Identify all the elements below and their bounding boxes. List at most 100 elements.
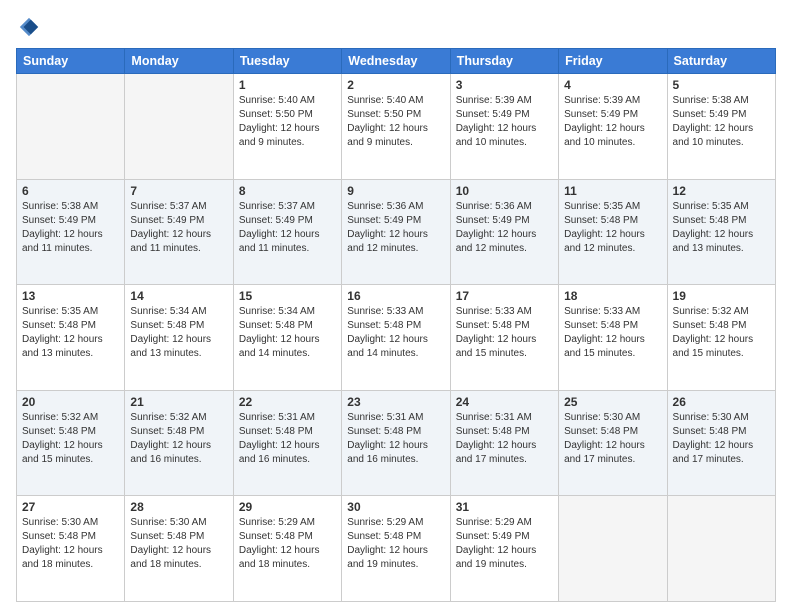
calendar-cell: 6 Sunrise: 5:38 AM Sunset: 5:49 PM Daylig… <box>17 179 125 285</box>
calendar: SundayMondayTuesdayWednesdayThursdayFrid… <box>16 48 776 602</box>
day-number: 29 <box>239 500 336 514</box>
calendar-cell: 9 Sunrise: 5:36 AM Sunset: 5:49 PM Daylig… <box>342 179 450 285</box>
day-number: 26 <box>673 395 770 409</box>
calendar-cell: 13Sunrise: 5:35 AM Sunset: 5:48 PM Dayli… <box>17 285 125 391</box>
day-info: Sunrise: 5:39 AM Sunset: 5:49 PM Dayligh… <box>456 94 553 150</box>
page: SundayMondayTuesdayWednesdayThursdayFrid… <box>0 0 792 612</box>
calendar-cell: 10 Sunrise: 5:36 AM Sunset: 5:49 PM Dayli… <box>450 179 558 285</box>
calendar-cell: 15Sunrise: 5:34 AM Sunset: 5:48 PM Dayli… <box>233 285 341 391</box>
day-number: 8 <box>239 184 336 198</box>
calendar-week-row: 1 Sunrise: 5:40 AM Sunset: 5:50 PM Daylig… <box>17 74 776 180</box>
calendar-week-row: 13Sunrise: 5:35 AM Sunset: 5:48 PM Dayli… <box>17 285 776 391</box>
calendar-cell: 31Sunrise: 5:29 AM Sunset: 5:49 PM Dayli… <box>450 496 558 602</box>
calendar-cell: 25 Sunrise: 5:30 AM Sunset: 5:48 PM Dayli… <box>559 390 667 496</box>
day-number: 3 <box>456 78 553 92</box>
calendar-day-header: Tuesday <box>233 49 341 74</box>
day-info: Sunrise: 5:32 AM Sunset: 5:48 PM Dayligh… <box>673 305 770 361</box>
calendar-cell: 8 Sunrise: 5:37 AM Sunset: 5:49 PM Daylig… <box>233 179 341 285</box>
calendar-cell: 2 Sunrise: 5:40 AM Sunset: 5:50 PM Daylig… <box>342 74 450 180</box>
day-info: Sunrise: 5:30 AM Sunset: 5:48 PM Dayligh… <box>673 411 770 467</box>
day-info: Sunrise: 5:32 AM Sunset: 5:48 PM Dayligh… <box>22 411 119 467</box>
day-info: Sunrise: 5:39 AM Sunset: 5:49 PM Dayligh… <box>564 94 661 150</box>
day-number: 28 <box>130 500 227 514</box>
calendar-header-row: SundayMondayTuesdayWednesdayThursdayFrid… <box>17 49 776 74</box>
day-number: 5 <box>673 78 770 92</box>
calendar-day-header: Friday <box>559 49 667 74</box>
day-number: 7 <box>130 184 227 198</box>
calendar-cell: 29 Sunrise: 5:29 AM Sunset: 5:48 PM Dayli… <box>233 496 341 602</box>
calendar-day-header: Sunday <box>17 49 125 74</box>
day-info: Sunrise: 5:36 AM Sunset: 5:49 PM Dayligh… <box>347 200 444 256</box>
day-number: 22 <box>239 395 336 409</box>
day-number: 13 <box>22 289 119 303</box>
day-number: 18 <box>564 289 661 303</box>
calendar-week-row: 6 Sunrise: 5:38 AM Sunset: 5:49 PM Daylig… <box>17 179 776 285</box>
day-info: Sunrise: 5:29 AM Sunset: 5:48 PM Dayligh… <box>239 516 336 572</box>
day-number: 1 <box>239 78 336 92</box>
calendar-cell: 21 Sunrise: 5:32 AM Sunset: 5:48 PM Dayli… <box>125 390 233 496</box>
day-number: 11 <box>564 184 661 198</box>
day-number: 27 <box>22 500 119 514</box>
calendar-week-row: 20 Sunrise: 5:32 AM Sunset: 5:48 PM Dayli… <box>17 390 776 496</box>
calendar-cell: 19Sunrise: 5:32 AM Sunset: 5:48 PM Dayli… <box>667 285 775 391</box>
header <box>16 16 776 38</box>
day-info: Sunrise: 5:36 AM Sunset: 5:49 PM Dayligh… <box>456 200 553 256</box>
calendar-cell <box>17 74 125 180</box>
day-info: Sunrise: 5:35 AM Sunset: 5:48 PM Dayligh… <box>673 200 770 256</box>
calendar-cell <box>667 496 775 602</box>
calendar-cell: 16 Sunrise: 5:33 AM Sunset: 5:48 PM Dayli… <box>342 285 450 391</box>
day-number: 4 <box>564 78 661 92</box>
logo <box>16 16 42 38</box>
day-info: Sunrise: 5:31 AM Sunset: 5:48 PM Dayligh… <box>347 411 444 467</box>
day-info: Sunrise: 5:40 AM Sunset: 5:50 PM Dayligh… <box>347 94 444 150</box>
day-number: 21 <box>130 395 227 409</box>
day-info: Sunrise: 5:33 AM Sunset: 5:48 PM Dayligh… <box>456 305 553 361</box>
day-number: 20 <box>22 395 119 409</box>
calendar-cell: 5 Sunrise: 5:38 AM Sunset: 5:49 PM Daylig… <box>667 74 775 180</box>
day-number: 24 <box>456 395 553 409</box>
day-number: 14 <box>130 289 227 303</box>
day-number: 25 <box>564 395 661 409</box>
calendar-cell: 24 Sunrise: 5:31 AM Sunset: 5:48 PM Dayli… <box>450 390 558 496</box>
day-info: Sunrise: 5:31 AM Sunset: 5:48 PM Dayligh… <box>239 411 336 467</box>
calendar-cell: 30Sunrise: 5:29 AM Sunset: 5:48 PM Dayli… <box>342 496 450 602</box>
day-info: Sunrise: 5:38 AM Sunset: 5:49 PM Dayligh… <box>673 94 770 150</box>
day-info: Sunrise: 5:31 AM Sunset: 5:48 PM Dayligh… <box>456 411 553 467</box>
day-info: Sunrise: 5:33 AM Sunset: 5:48 PM Dayligh… <box>347 305 444 361</box>
calendar-week-row: 27 Sunrise: 5:30 AM Sunset: 5:48 PM Dayli… <box>17 496 776 602</box>
day-info: Sunrise: 5:40 AM Sunset: 5:50 PM Dayligh… <box>239 94 336 150</box>
calendar-cell: 27 Sunrise: 5:30 AM Sunset: 5:48 PM Dayli… <box>17 496 125 602</box>
day-info: Sunrise: 5:37 AM Sunset: 5:49 PM Dayligh… <box>239 200 336 256</box>
calendar-day-header: Thursday <box>450 49 558 74</box>
calendar-cell: 18 Sunrise: 5:33 AM Sunset: 5:48 PM Dayli… <box>559 285 667 391</box>
day-info: Sunrise: 5:34 AM Sunset: 5:48 PM Dayligh… <box>239 305 336 361</box>
day-info: Sunrise: 5:35 AM Sunset: 5:48 PM Dayligh… <box>564 200 661 256</box>
day-number: 17 <box>456 289 553 303</box>
logo-icon <box>18 16 40 38</box>
calendar-cell: 22 Sunrise: 5:31 AM Sunset: 5:48 PM Dayli… <box>233 390 341 496</box>
day-number: 23 <box>347 395 444 409</box>
calendar-cell: 4 Sunrise: 5:39 AM Sunset: 5:49 PM Daylig… <box>559 74 667 180</box>
calendar-day-header: Monday <box>125 49 233 74</box>
calendar-cell: 23 Sunrise: 5:31 AM Sunset: 5:48 PM Dayli… <box>342 390 450 496</box>
day-info: Sunrise: 5:34 AM Sunset: 5:48 PM Dayligh… <box>130 305 227 361</box>
day-info: Sunrise: 5:38 AM Sunset: 5:49 PM Dayligh… <box>22 200 119 256</box>
day-info: Sunrise: 5:30 AM Sunset: 5:48 PM Dayligh… <box>130 516 227 572</box>
day-info: Sunrise: 5:37 AM Sunset: 5:49 PM Dayligh… <box>130 200 227 256</box>
calendar-cell: 3 Sunrise: 5:39 AM Sunset: 5:49 PM Daylig… <box>450 74 558 180</box>
calendar-cell: 20 Sunrise: 5:32 AM Sunset: 5:48 PM Dayli… <box>17 390 125 496</box>
calendar-cell: 11 Sunrise: 5:35 AM Sunset: 5:48 PM Dayli… <box>559 179 667 285</box>
day-info: Sunrise: 5:32 AM Sunset: 5:48 PM Dayligh… <box>130 411 227 467</box>
day-number: 2 <box>347 78 444 92</box>
calendar-cell: 14 Sunrise: 5:34 AM Sunset: 5:48 PM Dayli… <box>125 285 233 391</box>
calendar-cell: 1 Sunrise: 5:40 AM Sunset: 5:50 PM Daylig… <box>233 74 341 180</box>
day-info: Sunrise: 5:30 AM Sunset: 5:48 PM Dayligh… <box>22 516 119 572</box>
day-number: 6 <box>22 184 119 198</box>
calendar-cell <box>559 496 667 602</box>
day-info: Sunrise: 5:30 AM Sunset: 5:48 PM Dayligh… <box>564 411 661 467</box>
day-number: 9 <box>347 184 444 198</box>
day-number: 16 <box>347 289 444 303</box>
calendar-cell: 7 Sunrise: 5:37 AM Sunset: 5:49 PM Daylig… <box>125 179 233 285</box>
day-info: Sunrise: 5:33 AM Sunset: 5:48 PM Dayligh… <box>564 305 661 361</box>
day-number: 10 <box>456 184 553 198</box>
